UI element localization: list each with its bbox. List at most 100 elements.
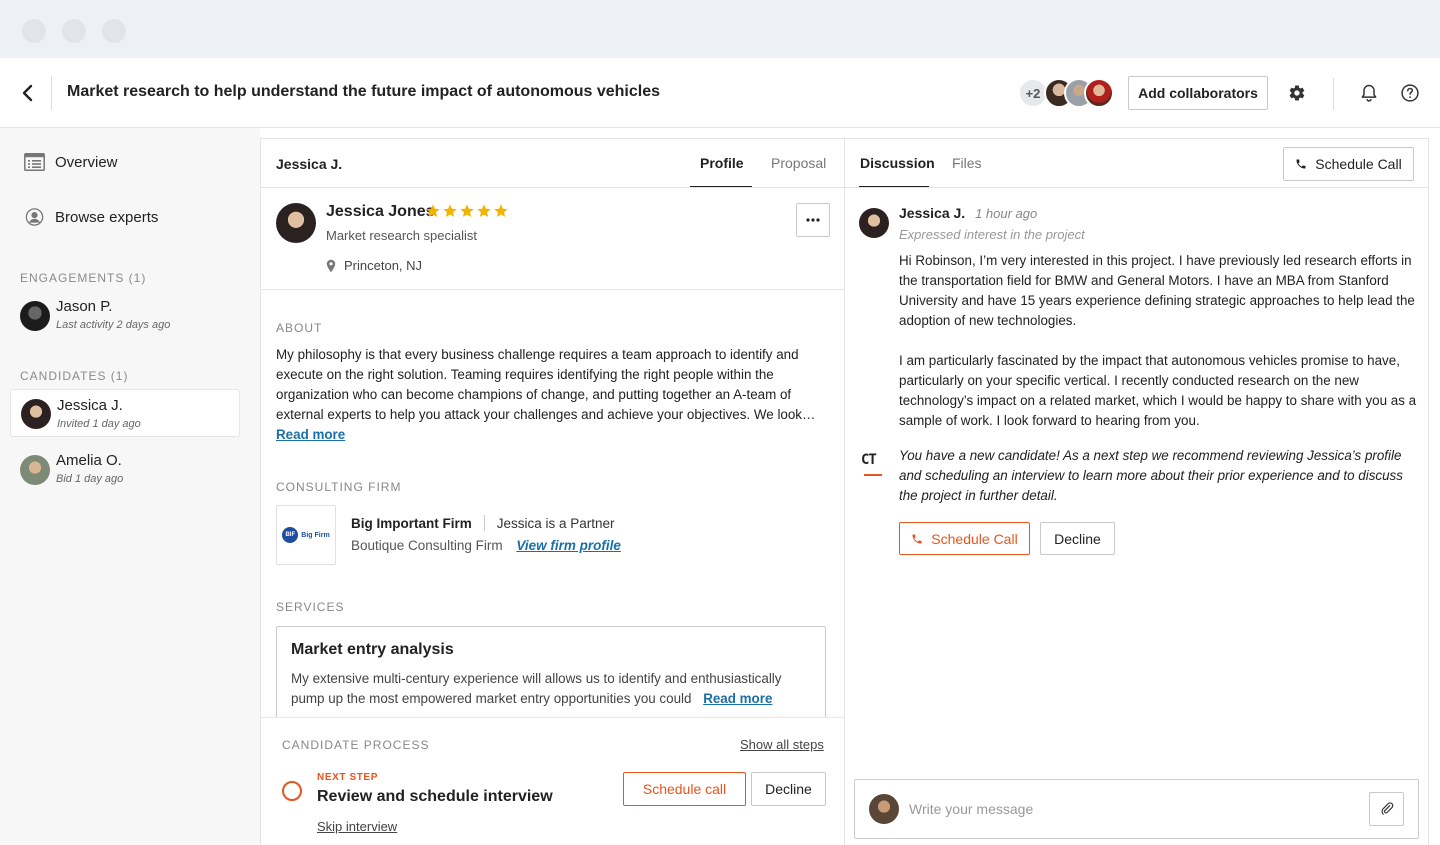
about-section-label: ABOUT [276,321,323,335]
divider [261,187,844,188]
candidate-process-label: CANDIDATE PROCESS [282,738,430,752]
service-title: Market entry analysis [291,641,454,658]
message-subtitle: Expressed interest in the project [899,227,1085,242]
person-name: Jessica J. [57,397,123,414]
window-dot-minimize[interactable] [62,19,86,43]
message-header: Jessica J. 1 hour ago [899,205,1037,221]
message-paragraph: Hi Robinson, I’m very interested in this… [899,253,1415,328]
back-arrow-icon[interactable] [18,83,38,103]
firm-logo-mark: BIF [282,527,299,543]
phone-icon [1296,159,1306,169]
profile-title: Market research specialist [326,228,477,243]
skip-interview-link[interactable]: Skip interview [317,819,397,834]
about-body: My philosophy is that every business cha… [276,347,816,422]
tab-files[interactable]: Files [952,155,982,171]
firm-name-row: Big Important Firm Jessica is a Partner [351,515,615,531]
message-composer [854,779,1419,839]
gear-icon[interactable] [1288,84,1306,102]
bell-icon[interactable] [1359,83,1379,103]
engagement-item-jason[interactable]: Jason P. Last activity 2 days ago [10,290,240,338]
system-schedule-call-button[interactable]: Schedule Call [899,522,1030,555]
profile-panel: Jessica J. Profile Proposal Jessica Jone… [260,138,845,845]
view-firm-profile-link[interactable]: View firm profile [516,538,621,553]
paperclip-icon [1380,802,1393,815]
map-pin-icon [326,259,336,272]
profile-avatar [276,203,316,243]
user-circle-icon [25,208,44,226]
ct-logo: CT [861,452,887,478]
help-icon[interactable] [1400,83,1420,103]
candidate-process: CANDIDATE PROCESS Show all steps NEXT ST… [261,717,844,845]
sidebar-item-browse-experts[interactable]: Browse experts [24,208,158,226]
services-section-label: SERVICES [276,600,345,614]
phone-icon [912,534,922,543]
show-all-steps-link[interactable]: Show all steps [740,737,824,752]
add-collaborators-button[interactable]: Add collaborators [1128,76,1268,110]
tab-proposal[interactable]: Proposal [771,155,826,171]
schedule-call-label: Schedule Call [1315,156,1402,172]
header-divider [1333,78,1334,110]
sidebar-item-label: Browse experts [55,208,159,226]
star-icon [460,204,474,217]
message-input[interactable] [909,792,1359,826]
system-message: You have a new candidate! As a next step… [899,448,1403,503]
sidebar-item-label: Overview [55,153,118,171]
ct-logo-text: CT [861,452,877,468]
avatar [20,301,50,331]
profile-name: Jessica Jones [326,203,435,220]
tab-profile[interactable]: Profile [700,155,744,171]
divider [483,515,485,531]
decline-button[interactable]: Decline [751,772,826,806]
discussion-panel: Discussion Files Schedule Call Jessica J… [845,138,1429,845]
sidebar-item-overview[interactable]: Overview [24,153,118,171]
collaborator-avatars[interactable]: +2 [1018,78,1114,108]
more-options-button[interactable] [796,203,830,237]
window-dot-close[interactable] [22,19,46,43]
page-title: Market research to help understand the f… [67,83,661,100]
window-chrome [0,0,1440,58]
schedule-call-label: Schedule Call [931,530,1018,547]
sidebar: Overview Browse experts ENGAGEMENTS (1) … [0,128,260,845]
divider [845,187,1429,188]
person-status: Bid 1 day ago [56,473,124,485]
schedule-call-button[interactable]: Schedule call [623,772,746,806]
star-icon [494,204,508,217]
avatar [859,208,889,238]
profile-location: Princeton, NJ [326,258,422,273]
step-status-icon [282,781,302,801]
rating-stars [425,203,509,219]
header-divider [51,76,52,110]
attach-button[interactable] [1369,792,1404,826]
firm-name: Big Important Firm [351,515,472,531]
person-status: Invited 1 day ago [57,418,141,430]
next-step-label: NEXT STEP [317,772,378,783]
message-paragraph: I am particularly fascinated by the impa… [899,353,1417,428]
list-icon [24,153,45,171]
candidate-item-jessica[interactable]: Jessica J. Invited 1 day ago [10,389,240,437]
avatar [20,455,50,485]
message-timestamp: 1 hour ago [975,206,1038,221]
collaborator-avatar[interactable] [1084,78,1114,108]
firm-logo: BIF Big Firm [276,505,336,565]
message-author: Jessica J. [899,205,966,221]
star-icon [477,204,491,217]
tab-discussion[interactable]: Discussion [860,155,935,171]
system-decline-button[interactable]: Decline [1040,522,1115,555]
message-body: Hi Robinson, I’m very interested in this… [899,251,1417,431]
ellipsis-icon [806,218,820,222]
candidate-item-amelia[interactable]: Amelia O. Bid 1 day ago [10,444,240,492]
divider [261,289,844,290]
about-text: My philosophy is that every business cha… [276,345,816,445]
star-icon [426,204,440,217]
person-name: Amelia O. [56,452,122,469]
schedule-call-button[interactable]: Schedule Call [1283,147,1414,181]
firm-type-row: Boutique Consulting Firm View firm profi… [351,538,621,553]
service-read-more-link[interactable]: Read more [703,691,772,706]
firm-logo-text: Big Firm [301,531,330,539]
service-description: My extensive multi-century experience wi… [291,669,811,709]
window-dot-maximize[interactable] [102,19,126,43]
project-header: Market research to help understand the f… [0,58,1440,128]
about-read-more-link[interactable]: Read more [276,427,345,442]
firm-type: Boutique Consulting Firm [351,538,503,553]
service-card: Market entry analysis My extensive multi… [276,626,826,726]
